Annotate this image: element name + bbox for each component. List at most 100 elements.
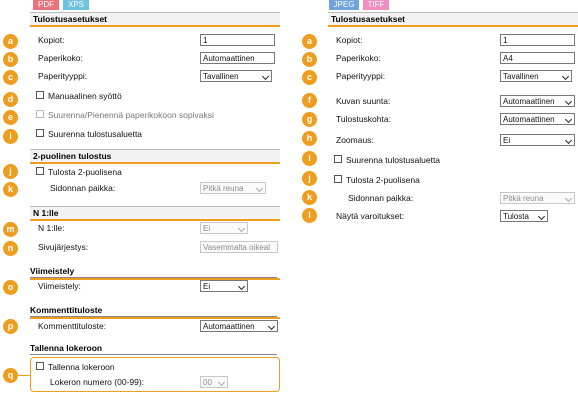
section-print-settings-right: Tulostusasetukset xyxy=(328,12,578,26)
badge-a-right: a xyxy=(302,34,317,49)
badge-k-right: k xyxy=(302,190,317,205)
nup-select[interactable]: Ei xyxy=(200,222,248,234)
duplex-checkbox[interactable] xyxy=(36,167,44,175)
badge-d: d xyxy=(3,92,18,107)
manual-feed-checkbox[interactable] xyxy=(36,91,44,99)
finishing-label: Viimeistely: xyxy=(38,281,81,291)
enlarge-area-label: Suurenna tulostusaluetta xyxy=(48,129,143,139)
section-print-settings: Tulostusasetukset xyxy=(30,12,280,26)
section-duplex: 2-puolinen tulostus xyxy=(30,149,280,163)
comment-select[interactable]: Automaattinen xyxy=(200,320,278,332)
copies-label: Kopiot: xyxy=(38,35,65,45)
paper-size-label-right: Paperikoko: xyxy=(336,53,381,63)
xps-tag: XPS xyxy=(63,0,89,10)
paper-type-select-right[interactable]: Tavallinen xyxy=(500,70,572,82)
duplex-label: Tulosta 2-puolisena xyxy=(48,167,122,177)
zoom-select[interactable]: Ei xyxy=(500,134,575,146)
page-order-row: Sivujärjestys: Vasemmalta oikeal xyxy=(30,239,280,255)
duplex-label-right: Tulosta 2-puolisena xyxy=(346,175,420,185)
orientation-select[interactable]: Automaattinen xyxy=(500,95,575,107)
nup-label: N 1:lle: xyxy=(38,223,65,233)
highlight-bar-left-comment xyxy=(30,317,280,319)
paper-size-label: Paperikoko: xyxy=(38,53,83,63)
badge-j-left: j xyxy=(3,164,18,179)
badge-j-right: j xyxy=(302,171,317,186)
copies-row-right: Kopiot: 1 xyxy=(328,32,578,48)
badge-b: b xyxy=(3,52,18,67)
copies-label-right: Kopiot: xyxy=(336,35,363,45)
binding-row: Sidonnan paikka: Pitkä reuna xyxy=(30,180,280,196)
badge-m: m xyxy=(3,222,18,237)
print-position-row: Tulostuskohta: Automaattinen xyxy=(328,111,578,127)
section-nup: N 1:lle xyxy=(30,206,280,220)
paper-size-input-right[interactable]: A4 xyxy=(500,52,575,64)
badge-i-left: i xyxy=(3,129,18,144)
badge-p: p xyxy=(3,319,18,334)
enlarge-reduce-row: Suurenna/Pienennä paperikokoon sopivaksi xyxy=(30,107,280,123)
paper-type-row: Paperityyppi: Tavallinen xyxy=(30,68,280,84)
copies-input-right[interactable]: 1 xyxy=(500,34,575,46)
badge-f: f xyxy=(302,93,317,108)
warnings-row: Näytä varoitukset: Tulosta xyxy=(328,208,578,224)
badge-i-right: i xyxy=(302,151,317,166)
enlarge-area-row-right: Suurenna tulostusaluetta xyxy=(328,152,578,168)
zoom-row: Zoomaus: Ei xyxy=(328,132,578,148)
binding-row-right: Sidonnan paikka: Pitkä reuna xyxy=(328,190,578,206)
badge-b-right: b xyxy=(302,52,317,67)
copies-row: Kopiot: 1 xyxy=(30,32,280,48)
copies-input[interactable]: 1 xyxy=(200,34,275,46)
badge-l: l xyxy=(302,208,317,223)
binding-select-right[interactable]: Pitkä reuna xyxy=(500,192,575,204)
manual-feed-label: Manuaalinen syöttö xyxy=(48,91,122,101)
badge-k-left: k xyxy=(3,182,18,197)
print-position-label: Tulostuskohta: xyxy=(336,114,391,124)
badge-c-right: c xyxy=(302,70,317,85)
enlarge-area-label-right: Suurenna tulostusaluetta xyxy=(346,155,441,165)
badge-q: q xyxy=(3,368,18,383)
enlarge-area-checkbox[interactable] xyxy=(36,129,44,137)
highlight-bar-left-top xyxy=(30,25,280,27)
zoom-label: Zoomaus: xyxy=(336,135,374,145)
duplex-checkbox-right[interactable] xyxy=(334,175,342,183)
nup-row: N 1:lle: Ei xyxy=(30,220,280,236)
badge-n: n xyxy=(3,241,18,256)
binding-select[interactable]: Pitkä reuna xyxy=(200,182,266,194)
page-order-input[interactable]: Vasemmalta oikeal xyxy=(200,241,278,253)
badge-q-connector xyxy=(18,375,30,376)
enlarge-reduce-checkbox[interactable] xyxy=(36,110,44,118)
badge-e: e xyxy=(3,110,18,125)
badge-o: o xyxy=(3,280,18,295)
paper-size-row-right: Paperikoko: A4 xyxy=(328,50,578,66)
paper-type-row-right: Paperityyppi: Tavallinen xyxy=(328,68,578,84)
paper-type-select[interactable]: Tavallinen xyxy=(200,70,272,82)
duplex-row: Tulosta 2-puolisena xyxy=(30,164,280,180)
finishing-select[interactable]: Ei xyxy=(200,280,248,292)
warnings-label: Näytä varoitukset: xyxy=(336,211,405,221)
pdf-tag: PDF xyxy=(33,0,59,10)
binding-label: Sidonnan paikka: xyxy=(50,183,116,193)
section-finishing: Viimeistely xyxy=(30,265,277,278)
paper-size-input[interactable]: Automaattinen xyxy=(200,52,275,64)
badge-a: a xyxy=(3,34,18,49)
comment-label: Kommenttituloste: xyxy=(38,321,107,331)
paper-type-label: Paperityyppi: xyxy=(38,71,88,81)
badge-h: h xyxy=(302,131,317,146)
highlight-bar-left-finishing xyxy=(30,278,280,280)
paper-type-label-right: Paperityyppi: xyxy=(336,71,386,81)
left-settings-panel: Tulostusasetukset Kopiot: 1 Paperikoko: … xyxy=(30,12,280,397)
right-settings-panel: Tulostusasetukset Kopiot: 1 Paperikoko: … xyxy=(328,12,578,227)
paper-size-row: Paperikoko: Automaattinen xyxy=(30,50,280,66)
section-store-box: Tallenna lokeroon xyxy=(30,342,277,355)
orientation-row: Kuvan suunta: Automaattinen xyxy=(328,93,578,109)
comment-row: Kommenttituloste: Automaattinen xyxy=(30,318,280,334)
print-position-select[interactable]: Automaattinen xyxy=(500,113,575,125)
finishing-row: Viimeistely: Ei xyxy=(30,278,280,294)
highlight-bar-left-nup xyxy=(30,219,280,221)
highlight-box-store xyxy=(30,357,280,392)
badge-g: g xyxy=(302,112,317,127)
warnings-select[interactable]: Tulosta xyxy=(500,210,548,222)
highlight-bar-right-top xyxy=(328,25,578,27)
enlarge-area-checkbox-right[interactable] xyxy=(334,155,342,163)
manual-feed-row: Manuaalinen syöttö xyxy=(30,88,280,104)
section-comment: Kommenttituloste xyxy=(30,304,277,317)
